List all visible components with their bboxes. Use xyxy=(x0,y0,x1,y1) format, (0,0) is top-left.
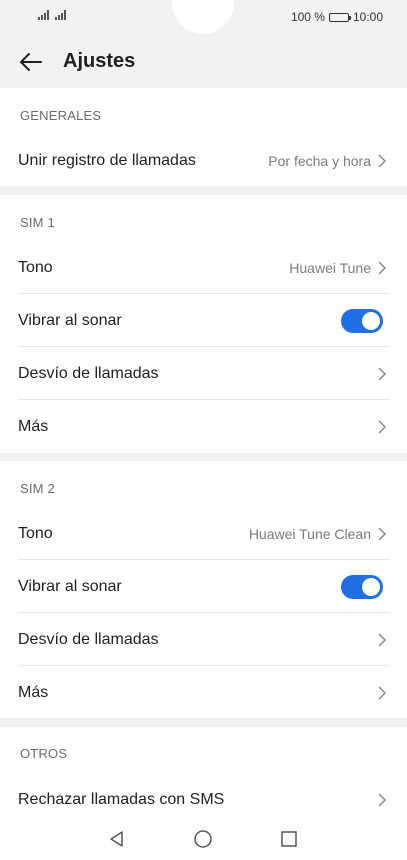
section-generales: GENERALES Unir registro de llamadas Por … xyxy=(0,88,407,186)
row-value: Por fecha y hora xyxy=(268,152,371,169)
row-value: Huawei Tune xyxy=(289,259,371,276)
square-recents-icon xyxy=(281,831,297,847)
chevron-right-icon xyxy=(378,419,387,434)
section-label-generales: GENERALES xyxy=(20,108,102,123)
section-sim2: SIM 2 Tono Huawei Tune Clean Vibrar al s… xyxy=(0,461,407,718)
row-sim2-tono[interactable]: Tono Huawei Tune Clean xyxy=(0,507,407,560)
chevron-right-icon xyxy=(378,632,387,647)
section-label-otros: OTROS xyxy=(20,746,68,761)
status-right: 100 % 10:00 xyxy=(291,10,383,24)
row-label: Más xyxy=(18,683,49,701)
row-sim2-mas[interactable]: Más xyxy=(0,666,407,719)
section-sim1: SIM 1 Tono Huawei Tune Vibrar al sonar D… xyxy=(0,195,407,453)
toggle-knob xyxy=(362,311,380,330)
status-bar: 100 % 10:00 xyxy=(0,0,407,36)
row-label: Unir registro de llamadas xyxy=(18,151,196,169)
row-sim2-vibrar[interactable]: Vibrar al sonar xyxy=(0,560,407,613)
chevron-right-icon xyxy=(378,685,387,700)
chevron-right-icon xyxy=(378,260,387,275)
navigation-bar xyxy=(0,820,407,860)
battery-icon xyxy=(328,12,351,22)
row-sim1-vibrar[interactable]: Vibrar al sonar xyxy=(0,294,407,347)
nav-recents-button[interactable] xyxy=(276,826,302,852)
row-label: Tono xyxy=(18,524,53,542)
chevron-right-icon xyxy=(378,792,387,807)
page-title: Ajustes xyxy=(63,50,136,72)
row-label: Vibrar al sonar xyxy=(18,311,122,329)
row-label: Rechazar llamadas con SMS xyxy=(18,790,225,808)
row-unir-registro[interactable]: Unir registro de llamadas Por fecha y ho… xyxy=(0,134,407,187)
nav-back-button[interactable] xyxy=(104,826,130,852)
row-sim1-desvio[interactable]: Desvío de llamadas xyxy=(0,347,407,400)
toggle-knob xyxy=(362,577,380,596)
circle-home-icon xyxy=(194,830,212,848)
battery-percent: 100 % xyxy=(290,10,325,24)
row-value: Huawei Tune Clean xyxy=(248,525,371,542)
row-label: Tono xyxy=(18,258,53,276)
chevron-right-icon xyxy=(378,153,387,168)
clock: 10:00 xyxy=(352,10,383,24)
chevron-right-icon xyxy=(378,526,387,541)
row-label: Más xyxy=(18,417,49,435)
row-sim1-tono[interactable]: Tono Huawei Tune xyxy=(0,241,407,294)
chevron-right-icon xyxy=(378,366,387,381)
row-label: Desvío de llamadas xyxy=(18,630,159,648)
vibrate-toggle-sim1[interactable] xyxy=(341,308,383,333)
arrow-left-icon xyxy=(20,53,42,71)
row-label: Desvío de llamadas xyxy=(18,364,159,382)
row-sim2-desvio[interactable]: Desvío de llamadas xyxy=(0,613,407,666)
row-sim1-mas[interactable]: Más xyxy=(0,400,407,453)
row-rechazar-sms[interactable]: Rechazar llamadas con SMS xyxy=(0,773,407,826)
signal-indicators xyxy=(38,10,66,20)
section-label-sim2: SIM 2 xyxy=(20,481,55,496)
settings-screen: 100 % 10:00 Ajustes GENERALES Unir regis… xyxy=(0,0,407,860)
signal-sim1-icon xyxy=(38,10,49,20)
signal-sim2-icon xyxy=(55,10,66,20)
section-otros: OTROS Rechazar llamadas con SMS xyxy=(0,727,407,820)
nav-home-button[interactable] xyxy=(190,826,216,852)
vibrate-toggle-sim2[interactable] xyxy=(341,574,383,599)
triangle-back-icon xyxy=(110,831,123,847)
camera-notch xyxy=(172,0,234,34)
app-header: Ajustes xyxy=(0,36,407,88)
section-label-sim1: SIM 1 xyxy=(20,215,55,230)
row-label: Vibrar al sonar xyxy=(18,577,122,595)
back-button[interactable] xyxy=(18,50,44,74)
